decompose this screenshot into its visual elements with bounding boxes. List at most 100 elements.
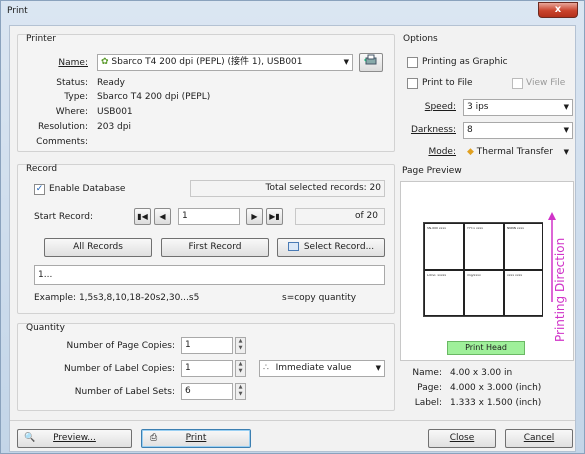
printer-group: Printer Name: ✿ Sbarco T4 200 dpi (PEPL)… [17, 34, 395, 152]
comments-label: Comments: [36, 137, 88, 147]
printer-properties-button[interactable] [359, 53, 383, 72]
preview-page-value: 4.000 x 3.000 (inch) [450, 383, 542, 393]
record-group: Record ✓ Enable Database Total selected … [17, 164, 395, 314]
page-preview-label: Page Preview [402, 166, 462, 176]
resolution-label: Resolution: [37, 122, 88, 132]
last-record-button[interactable]: ▶▮ [266, 208, 283, 225]
enable-database-checkbox[interactable]: ✓ [34, 184, 45, 195]
stepper-up-icon[interactable]: ▲ [236, 338, 245, 345]
chevron-down-icon: ▼ [563, 148, 569, 156]
chevron-down-icon: ▼ [563, 126, 569, 134]
skip-last-icon: ▶▮ [269, 212, 280, 221]
status-value: Ready [97, 78, 125, 88]
preview-label-cell: Lotno: xxxxx [424, 270, 464, 316]
quantity-group-label: Quantity [26, 323, 65, 333]
page-copies-label: Number of Page Copies: [66, 341, 175, 351]
record-range-input[interactable]: 1... [34, 265, 385, 285]
label-sets-stepper[interactable]: ▲ ▼ [235, 383, 246, 400]
printer-icon: ⎙ [150, 433, 158, 443]
printing-as-graphic-checkbox[interactable] [407, 57, 418, 68]
print-to-file-checkbox[interactable] [407, 78, 418, 89]
record-group-label: Record [26, 164, 58, 174]
first-record-nav-button[interactable]: ▮◀ [134, 208, 151, 225]
page-copies-input[interactable]: 1 [181, 337, 233, 354]
title-bar[interactable]: Print x [1, 1, 584, 23]
preview-label-cell: SN-000 xxxx [424, 223, 464, 270]
preview-label-cell: YYY-x xxxx [464, 223, 504, 270]
preview-page-label: Page: [417, 383, 442, 393]
first-record-button[interactable]: First Record [161, 238, 269, 257]
select-record-label: Select Record... [303, 242, 375, 252]
printer-name-value: Sbarco T4 200 dpi (PEPL) (接件 1), USB001 [111, 57, 303, 67]
prev-record-button[interactable]: ◀ [154, 208, 171, 225]
mode-value: Thermal Transfer [476, 147, 553, 157]
total-selected-text: Total selected records: 20 [265, 183, 381, 193]
print-button[interactable]: ⎙ Print [141, 429, 251, 448]
preview-name-value: 4.00 x 3.00 in [450, 368, 513, 378]
printing-direction-label: Printing Direction [553, 237, 567, 342]
stepper-down-icon[interactable]: ▼ [236, 391, 245, 398]
options-group: Options Printing as Graphic Print to Fil… [400, 34, 574, 157]
preview-name-label: Name: [412, 368, 442, 378]
page-preview: SN-000 xxxx YYY-x xxxx NNNN xxxx Lotno: … [400, 181, 574, 361]
copies-source-value: Immediate value [275, 363, 352, 373]
darkness-select[interactable]: 8 ▼ [463, 122, 573, 139]
type-label: Type: [64, 92, 88, 102]
magnifier-icon: 🔍 [24, 433, 36, 443]
label-copies-input[interactable]: 1 [181, 360, 233, 377]
chevron-down-icon: ▼ [563, 103, 569, 111]
select-record-button[interactable]: Select Record... [277, 238, 385, 257]
darkness-value: 8 [467, 125, 473, 135]
label-sets-value: 6 [185, 386, 191, 396]
total-selected-box: Total selected records: 20 [190, 180, 385, 197]
copies-source-select[interactable]: ∴ Immediate value ▼ [259, 360, 385, 377]
preview-button[interactable]: 🔍 Preview... [17, 429, 132, 448]
name-label: Name: [58, 58, 88, 68]
where-label: Where: [55, 107, 88, 117]
stepper-down-icon[interactable]: ▼ [236, 368, 245, 375]
record-range-value: 1... [38, 270, 53, 280]
close-window-button[interactable]: x [538, 2, 578, 18]
quantity-group: Quantity Number of Page Copies: 1 ▲ ▼ Num… [17, 323, 395, 411]
print-button-label: Print [185, 433, 207, 443]
preview-page: SN-000 xxxx YYY-x xxxx NNNN xxxx Lotno: … [423, 222, 543, 317]
printer-leaf-icon: ✿ [101, 57, 109, 67]
preview-label-cell: xxxx xxxx [504, 270, 543, 316]
label-copies-label: Number of Label Copies: [64, 364, 175, 374]
arrow-left-icon: ◀ [159, 212, 166, 221]
chevron-down-icon: ▼ [375, 364, 381, 372]
where-value: USB001 [97, 107, 133, 117]
options-group-label: Options [403, 34, 438, 44]
page-copies-value: 1 [185, 340, 191, 350]
label-copies-stepper[interactable]: ▲ ▼ [235, 360, 246, 377]
dialog-body: Printer Name: ✿ Sbarco T4 200 dpi (PEPL)… [9, 25, 576, 452]
paperclip-icon: ∴ [263, 363, 269, 373]
arrow-right-icon: ▶ [251, 212, 258, 221]
darkness-label: Darkness: [410, 125, 456, 135]
print-dialog: Print x Printer Name: ✿ Sbarco T4 200 dp… [0, 0, 585, 454]
preview-button-label: Preview... [53, 433, 96, 443]
start-record-label: Start Record: [34, 212, 93, 222]
speed-value: 3 ips [467, 102, 489, 112]
all-records-button[interactable]: All Records [44, 238, 152, 257]
preview-label-cell: img/xxxx [464, 270, 504, 316]
cancel-button[interactable]: Cancel [505, 429, 573, 448]
mode-select[interactable]: ◆ Thermal Transfer ▼ [463, 144, 573, 161]
stepper-down-icon[interactable]: ▼ [236, 345, 245, 352]
stepper-up-icon[interactable]: ▲ [236, 384, 245, 391]
preview-label-cell: NNNN xxxx [504, 223, 543, 270]
page-copies-stepper[interactable]: ▲ ▼ [235, 337, 246, 354]
speed-select[interactable]: 3 ips ▼ [463, 99, 573, 116]
close-button[interactable]: Close [428, 429, 496, 448]
printing-as-graphic-label: Printing as Graphic [422, 57, 508, 67]
label-sets-input[interactable]: 6 [181, 383, 233, 400]
window-title: Print [7, 6, 28, 16]
stepper-up-icon[interactable]: ▲ [236, 361, 245, 368]
next-record-button[interactable]: ▶ [246, 208, 263, 225]
start-record-input[interactable]: 1 [178, 208, 240, 225]
start-record-value: 1 [182, 211, 188, 221]
skip-first-icon: ▮◀ [137, 212, 148, 221]
speed-label: Speed: [424, 102, 456, 112]
printer-name-select[interactable]: ✿ Sbarco T4 200 dpi (PEPL) (接件 1), USB00… [97, 54, 353, 71]
view-file-checkbox[interactable] [512, 78, 523, 89]
